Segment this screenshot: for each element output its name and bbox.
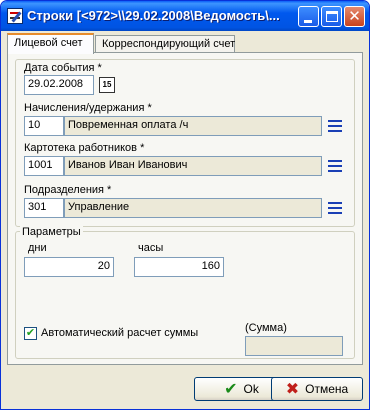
close-icon: ✕ (348, 8, 361, 25)
main-fields-group: Дата события * 29.02.2008 15 Начисления/… (15, 59, 355, 227)
calendar-icon[interactable]: 15 (99, 77, 115, 93)
cancel-button[interactable]: ✖ Отмена (271, 377, 363, 401)
maximize-button[interactable] (321, 6, 342, 27)
app-icon (7, 8, 23, 24)
cancel-label: Отмена (305, 382, 349, 396)
parameters-label: Параметры (20, 226, 83, 238)
auto-calc-label: Автоматический расчет суммы (41, 327, 199, 339)
dialog-window: Строки [<972>\\29.02.2008\Ведомость\... … (0, 0, 370, 410)
employee-label: Картотека работников * (24, 142, 145, 154)
window-title: Строки [<972>\\29.02.2008\Ведомость\... (27, 8, 280, 23)
cross-icon: ✖ (285, 381, 300, 398)
sum-label: (Сумма) (245, 322, 287, 334)
event-date-field[interactable]: 29.02.2008 (24, 75, 94, 95)
minimize-button[interactable] (298, 6, 319, 27)
accrual-lookup-button[interactable] (325, 116, 345, 136)
maximize-icon (326, 11, 338, 22)
department-name-field: Управление (64, 198, 322, 218)
department-lookup-button[interactable] (325, 198, 345, 218)
close-button[interactable]: ✕ (344, 6, 365, 27)
tab-panel: Дата события * 29.02.2008 15 Начисления/… (7, 52, 363, 365)
days-field[interactable]: 20 (24, 257, 114, 277)
lookup-icon (328, 118, 342, 134)
lookup-icon (328, 200, 342, 216)
department-code-field[interactable]: 301 (24, 198, 64, 218)
sum-field (245, 336, 343, 356)
hours-field[interactable]: 160 (134, 257, 224, 277)
parameters-group: Параметры дни 20 часы 160 ✔ Автоматическ… (15, 226, 355, 359)
tab-personal-account[interactable]: Лицевой счет (7, 33, 94, 54)
days-label: дни (28, 242, 47, 254)
ok-label: Ok (243, 382, 259, 396)
lookup-icon (328, 158, 342, 174)
accrual-code-field[interactable]: 10 (24, 116, 64, 136)
title-bar[interactable]: Строки [<972>\\29.02.2008\Ведомость\... … (1, 1, 369, 31)
auto-calc-checkbox[interactable]: ✔ (24, 327, 37, 340)
event-date-label: Дата события * (24, 62, 102, 74)
checkmark-icon: ✔ (224, 381, 238, 398)
accrual-label: Начисления/удержания * (24, 102, 152, 114)
employee-name-field: Иванов Иван Иванович (64, 156, 322, 176)
hours-label: часы (138, 242, 164, 254)
minimize-icon (304, 20, 312, 23)
department-label: Подразделения * (24, 184, 112, 196)
employee-code-field[interactable]: 1001 (24, 156, 64, 176)
employee-lookup-button[interactable] (325, 156, 345, 176)
tab-corresponding-account[interactable]: Корреспондирующий счет (95, 35, 235, 53)
accrual-name-field: Повременная оплата /ч (64, 116, 322, 136)
